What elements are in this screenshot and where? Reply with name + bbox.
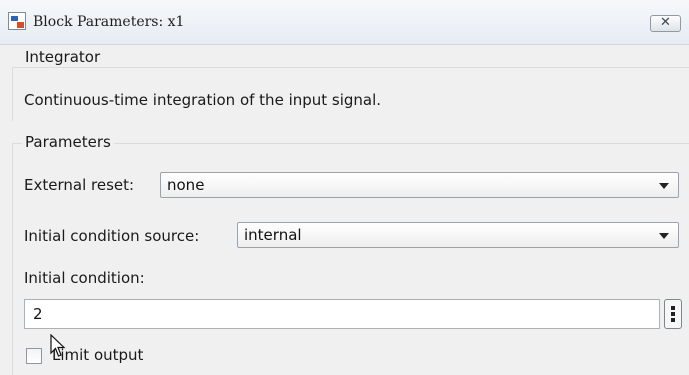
parameters-group-label: Parameters	[22, 133, 114, 151]
chevron-down-icon	[659, 233, 669, 239]
external-reset-dropdown[interactable]: none	[160, 172, 679, 198]
integrator-group-label: Integrator	[22, 48, 104, 66]
initial-condition-source-label: Initial condition source:	[24, 227, 200, 245]
mouse-cursor-icon	[50, 334, 66, 357]
more-options-button[interactable]	[664, 299, 682, 329]
chevron-down-icon	[659, 183, 669, 189]
block-description: Continuous-time integration of the input…	[24, 91, 382, 109]
close-icon: ✕	[660, 15, 671, 30]
initial-condition-label: Initial condition:	[24, 269, 145, 287]
external-reset-value: none	[167, 176, 205, 194]
close-button[interactable]: ✕	[650, 15, 681, 32]
simulink-block-icon	[8, 12, 26, 30]
window-title: Block Parameters: x1	[33, 14, 185, 30]
external-reset-label: External reset:	[24, 176, 135, 194]
limit-output-checkbox[interactable]	[26, 348, 42, 364]
initial-condition-field[interactable]: 2	[24, 299, 660, 329]
initial-condition-value: 2	[33, 305, 43, 323]
title-bar: Block Parameters: x1 ✕	[0, 0, 689, 45]
initial-condition-source-value: internal	[244, 226, 302, 244]
initial-condition-source-dropdown[interactable]: internal	[237, 222, 679, 248]
